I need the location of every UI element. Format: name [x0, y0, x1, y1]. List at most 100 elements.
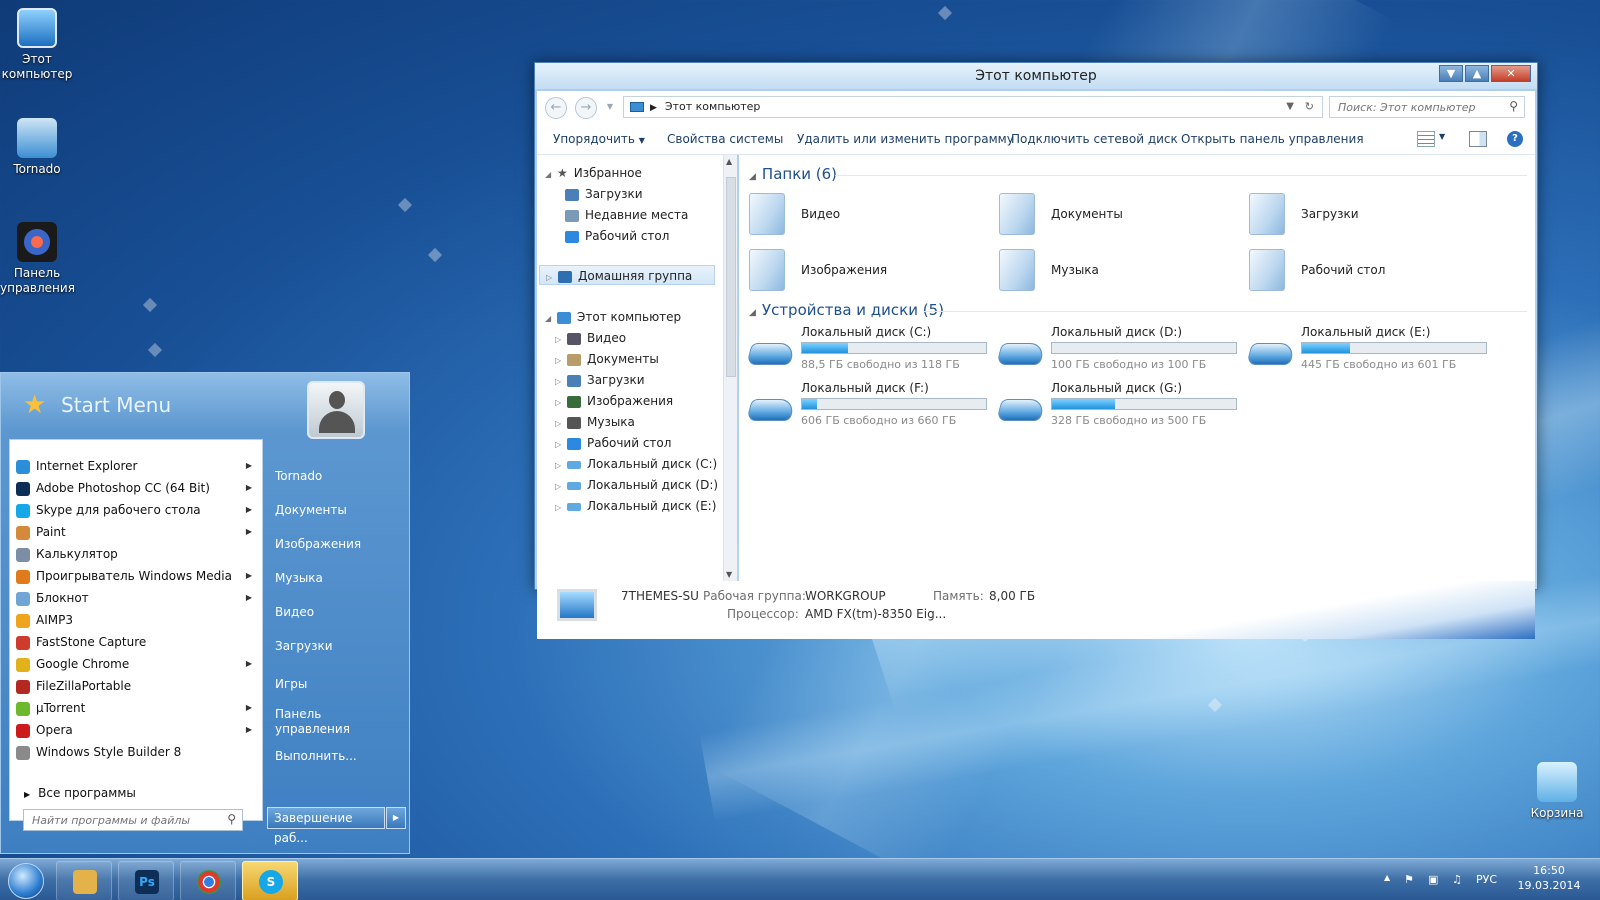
- nav-item-pictures[interactable]: ▷ Изображения: [555, 391, 673, 411]
- program-notepad[interactable]: Блокнот ▶: [16, 588, 256, 608]
- folder-desktop[interactable]: Рабочий стол: [1249, 247, 1449, 295]
- chevron-down-icon[interactable]: ▼: [1439, 132, 1445, 141]
- drive-e[interactable]: Локальный диск (E:) 445 ГБ свободно из 60…: [1246, 325, 1489, 375]
- program-style-builder[interactable]: Windows Style Builder 8: [16, 742, 256, 762]
- minimize-button[interactable]: ▼: [1439, 65, 1463, 82]
- start-right-downloads[interactable]: Загрузки: [275, 639, 333, 654]
- program-internet-explorer[interactable]: Internet Explorer ▶: [16, 456, 256, 476]
- drive-g[interactable]: Локальный диск (G:) 328 ГБ свободно из 50…: [996, 381, 1239, 431]
- map-network-drive-button[interactable]: Подключить сетевой диск: [1011, 132, 1178, 146]
- taskbar-app-skype[interactable]: S: [242, 861, 298, 900]
- taskbar-app-explorer[interactable]: [56, 861, 112, 900]
- program-paint[interactable]: Paint ▶: [16, 522, 256, 542]
- organize-button[interactable]: Упорядочить ▼: [553, 132, 645, 146]
- start-right-music[interactable]: Музыка: [275, 571, 323, 586]
- show-hidden-icons-arrow-icon[interactable]: ▲: [1384, 873, 1390, 882]
- help-icon[interactable]: ?: [1507, 131, 1523, 147]
- folders-group-header[interactable]: ◢ Папки (6): [749, 165, 837, 183]
- system-properties-button[interactable]: Свойства системы: [667, 132, 783, 146]
- all-programs-button[interactable]: ▶ Все программы: [24, 786, 136, 800]
- nav-item-video[interactable]: ▷ Видео: [555, 328, 626, 348]
- expand-arrow-icon[interactable]: ▷: [555, 330, 565, 350]
- program-media-player[interactable]: Проигрыватель Windows Media ▶: [16, 566, 256, 586]
- start-button[interactable]: [8, 863, 44, 899]
- start-search-box[interactable]: ⚲: [23, 809, 243, 831]
- avatar[interactable]: [307, 381, 365, 439]
- desktop-icon-tornado[interactable]: Tornado: [0, 118, 74, 177]
- expand-arrow-icon[interactable]: ▷: [555, 435, 565, 455]
- clock[interactable]: 16:50 19.03.2014: [1512, 863, 1586, 893]
- expand-arrow-icon[interactable]: ▷: [555, 456, 565, 476]
- start-right-control-panel[interactable]: Панель управления: [275, 707, 355, 737]
- search-input[interactable]: [1330, 97, 1500, 117]
- title-bar[interactable]: Этот компьютер ▼ ▲ ✕: [535, 63, 1537, 89]
- desktop-icon-control-panel[interactable]: Панель управления: [0, 222, 75, 296]
- nav-item-downloads[interactable]: ▷ Загрузки: [555, 370, 645, 390]
- chevron-down-icon[interactable]: ▼: [1286, 97, 1294, 117]
- volume-icon[interactable]: ♫: [1452, 873, 1462, 886]
- drive-c[interactable]: Локальный диск (C:) 88,5 ГБ свободно из 1…: [746, 325, 989, 375]
- collapse-arrow-icon[interactable]: ◢: [545, 165, 555, 185]
- view-options-icon[interactable]: [1417, 131, 1435, 147]
- language-indicator[interactable]: РУС: [1476, 873, 1497, 886]
- nav-item-downloads[interactable]: Загрузки: [565, 184, 643, 204]
- recent-pages-dropdown[interactable]: ▼: [599, 97, 621, 119]
- taskbar-app-photoshop[interactable]: Ps: [118, 861, 174, 900]
- drive-f[interactable]: Локальный диск (F:) 606 ГБ свободно из 66…: [746, 381, 989, 431]
- expand-arrow-icon[interactable]: ▷: [555, 414, 565, 434]
- network-icon[interactable]: ▣: [1428, 873, 1438, 886]
- start-right-tornado[interactable]: Tornado: [275, 469, 322, 484]
- folder-documents[interactable]: Документы: [999, 191, 1199, 239]
- drives-group-header[interactable]: ◢ Устройства и диски (5): [749, 301, 944, 319]
- open-control-panel-button[interactable]: Открыть панель управления: [1181, 132, 1364, 146]
- taskbar-app-chrome[interactable]: [180, 861, 236, 900]
- desktop-icon-this-pc[interactable]: Этот компьютер: [0, 8, 74, 82]
- program-filezilla[interactable]: FileZillaPortable: [16, 676, 256, 696]
- folder-pictures[interactable]: Изображения: [749, 247, 949, 295]
- preview-pane-icon[interactable]: [1469, 131, 1487, 147]
- shutdown-options-arrow-icon[interactable]: ▶: [386, 807, 406, 829]
- start-right-run[interactable]: Выполнить...: [275, 749, 357, 764]
- shutdown-button[interactable]: Завершение раб...: [267, 807, 385, 845]
- start-right-pictures[interactable]: Изображения: [275, 537, 361, 552]
- close-button[interactable]: ✕: [1491, 65, 1531, 82]
- back-button[interactable]: ←: [545, 97, 567, 119]
- nav-item-desktop[interactable]: ▷ Рабочий стол: [555, 433, 671, 453]
- refresh-icon[interactable]: ↻: [1305, 97, 1314, 117]
- nav-item-documents[interactable]: ▷ Документы: [555, 349, 659, 369]
- nav-item-recent-places[interactable]: Недавние места: [565, 205, 688, 225]
- search-box[interactable]: ⚲: [1329, 96, 1525, 118]
- nav-favorites[interactable]: ◢ ★ Избранное: [545, 163, 642, 183]
- scroll-down-arrow-icon[interactable]: ▼: [726, 570, 732, 579]
- program-opera[interactable]: Opera ▶: [16, 720, 256, 740]
- collapse-arrow-icon[interactable]: ◢: [545, 309, 555, 329]
- expand-arrow-icon[interactable]: ▷: [555, 477, 565, 497]
- nav-item-drive-c[interactable]: ▷ Локальный диск (C:): [555, 454, 717, 474]
- drive-d[interactable]: Локальный диск (D:) 100 ГБ свободно из 10…: [996, 325, 1239, 375]
- desktop-icon-recycle-bin[interactable]: Корзина: [1520, 762, 1594, 821]
- start-right-video[interactable]: Видео: [275, 605, 314, 620]
- folder-video[interactable]: Видео: [749, 191, 949, 239]
- nav-scrollbar[interactable]: ▲ ▼: [723, 155, 737, 581]
- folder-music[interactable]: Музыка: [999, 247, 1199, 295]
- expand-arrow-icon[interactable]: ▷: [555, 393, 565, 413]
- program-skype[interactable]: Skype для рабочего стола ▶: [16, 500, 256, 520]
- address-bar[interactable]: ▶ Этот компьютер ▼ ↻: [623, 96, 1323, 118]
- folder-downloads[interactable]: Загрузки: [1249, 191, 1449, 239]
- search-icon[interactable]: ⚲: [227, 812, 236, 826]
- scrollbar-thumb[interactable]: [726, 177, 736, 377]
- program-photoshop[interactable]: Adobe Photoshop CC (64 Bit) ▶: [16, 478, 256, 498]
- nav-item-drive-d[interactable]: ▷ Локальный диск (D:): [555, 475, 718, 495]
- expand-arrow-icon[interactable]: ▷: [555, 498, 565, 518]
- nav-homegroup[interactable]: ▷ Домашняя группа: [539, 265, 715, 285]
- uninstall-program-button[interactable]: Удалить или изменить программу: [797, 132, 1014, 146]
- program-utorrent[interactable]: µTorrent ▶: [16, 698, 256, 718]
- program-calculator[interactable]: Калькулятор: [16, 544, 256, 564]
- start-right-documents[interactable]: Документы: [275, 503, 347, 518]
- start-right-games[interactable]: Игры: [275, 677, 307, 692]
- nav-item-drive-e[interactable]: ▷ Локальный диск (E:): [555, 496, 716, 516]
- scroll-up-arrow-icon[interactable]: ▲: [726, 157, 732, 166]
- start-search-input[interactable]: [24, 810, 214, 830]
- expand-arrow-icon[interactable]: ▷: [546, 268, 556, 288]
- action-center-flag-icon[interactable]: ⚑: [1404, 873, 1414, 886]
